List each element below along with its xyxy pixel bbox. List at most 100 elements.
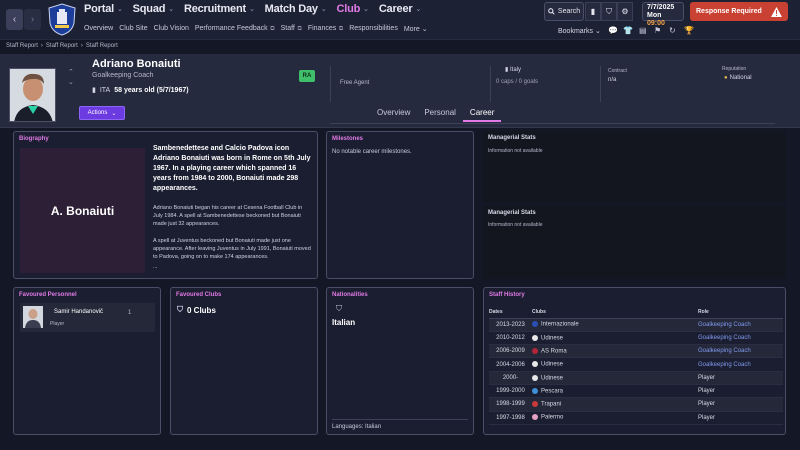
nav-label: Portal xyxy=(84,3,114,15)
nation-label: Italy xyxy=(509,67,521,73)
nav-recruitment[interactable]: Recruitment ⌄ xyxy=(184,3,255,15)
nav-portal[interactable]: Portal ⌄ xyxy=(84,3,123,15)
gear-icon[interactable]: ⚙ xyxy=(617,2,633,21)
contract-label: Contract xyxy=(608,68,627,74)
response-required-button[interactable]: Response Required xyxy=(690,2,788,21)
breadcrumb-item: Staff Report xyxy=(85,43,118,49)
bookmarks-label: Bookmarks xyxy=(558,27,594,35)
biography-ellipsis: ... xyxy=(153,264,158,270)
chevron-down-icon: ⌄ xyxy=(320,6,327,13)
favoured-person-row[interactable]: Samir Handanovič Player 1 xyxy=(20,303,155,332)
nationalities-panel: Nationalities ⛉ Italian Languages: Itali… xyxy=(326,287,474,435)
panel-title: Staff History xyxy=(489,292,525,298)
divider xyxy=(332,419,468,420)
table-row[interactable]: 2000- Udinese Player xyxy=(489,371,783,385)
nav-club[interactable]: Club ⌄ xyxy=(337,3,370,15)
subnav-performance-feedback[interactable]: Performance Feedback ⧉ xyxy=(195,25,275,33)
warning-icon xyxy=(771,6,782,17)
managerial-stats-text: Information not available xyxy=(488,148,543,154)
subnav-finances[interactable]: Finances ⧉ xyxy=(308,25,343,33)
column-header[interactable]: Dates xyxy=(489,306,532,319)
subnav-responsibilities[interactable]: Responsibilities xyxy=(349,25,398,33)
nav-squad[interactable]: Squad ⌄ xyxy=(133,3,174,15)
nav-career[interactable]: Career ⌄ xyxy=(378,3,422,15)
role-cell: Player xyxy=(698,397,783,412)
dates-cell: 2004-2006 xyxy=(489,357,532,372)
search-button[interactable]: Search xyxy=(544,2,584,21)
notebook-icon[interactable]: ▮ xyxy=(585,2,601,21)
chevron-up-icon[interactable]: ⌃ xyxy=(68,68,74,78)
forward-button[interactable]: › xyxy=(24,9,41,30)
tab-overview[interactable]: Overview xyxy=(370,106,417,122)
club-cell[interactable]: AS Roma xyxy=(532,344,698,359)
people-icon[interactable]: ⚑ xyxy=(654,26,661,35)
club-badge-icon xyxy=(532,387,538,394)
nav-label: Squad xyxy=(132,3,166,15)
subnav-club-vision[interactable]: Club Vision xyxy=(154,25,189,33)
nav-label: Match Day xyxy=(264,3,318,15)
game-date[interactable]: 7/7/2025 Mon 09:00 xyxy=(642,2,684,27)
search-label: Search xyxy=(557,8,581,15)
person-photo xyxy=(9,68,56,122)
table-row[interactable]: 1998-1999 Trapani Player xyxy=(489,397,783,412)
external-link-icon: ⧉ xyxy=(295,26,302,32)
subnav-staff[interactable]: Staff ⧉ xyxy=(281,25,302,33)
table-row[interactable]: 2004-2006 Udinese Goalkeeping Coach xyxy=(489,357,783,372)
table-row[interactable]: 2010-2012 Udinese Goalkeeping Coach xyxy=(489,331,783,346)
table-row[interactable]: 1997-1998 Palermo Player xyxy=(489,411,783,425)
breadcrumb-item[interactable]: Staff Report xyxy=(46,43,78,49)
nav-match-day[interactable]: Match Day ⌄ xyxy=(265,3,327,15)
role-cell[interactable]: Goalkeeping Coach xyxy=(698,357,783,372)
column-header[interactable]: Clubs xyxy=(532,306,698,319)
person-navigation[interactable]: ⌃ ⌄ xyxy=(68,68,74,88)
role-cell[interactable]: Goalkeeping Coach xyxy=(698,331,783,346)
bookmarks-dropdown[interactable]: Bookmarks ⌄ xyxy=(558,27,601,36)
tab-career[interactable]: Career xyxy=(462,106,502,122)
flag-icon: ▮ xyxy=(92,87,96,94)
dates-cell: 2000- xyxy=(489,371,532,385)
contract-value: n/a xyxy=(608,77,617,83)
actions-label: Actions xyxy=(87,110,108,116)
back-button[interactable]: ‹ xyxy=(6,9,23,30)
chevron-down-icon: ⌄ xyxy=(168,6,174,13)
club-cell[interactable]: Pescara xyxy=(532,384,698,399)
actions-button[interactable]: Actions ⌄ xyxy=(79,106,125,120)
club-cell[interactable]: Udinese xyxy=(532,357,698,372)
breadcrumb-item[interactable]: Staff Report xyxy=(6,43,38,49)
refresh-icon[interactable]: ↻ xyxy=(669,26,676,35)
subnav-more[interactable]: More ⌄ xyxy=(404,25,428,33)
column-header[interactable]: Role xyxy=(698,306,783,319)
dates-cell: 1997-1998 xyxy=(489,411,532,425)
chat-icon[interactable]: 💬 xyxy=(608,26,618,35)
breadcrumb: Staff Report › Staff Report › Staff Repo… xyxy=(6,43,118,49)
shield-icon[interactable]: ⛉ xyxy=(601,2,617,21)
managerial-stats-panel: Managerial Stats Information not availab… xyxy=(483,206,786,279)
club-crest-icon[interactable] xyxy=(46,3,78,36)
shirt-icon[interactable]: 👕 xyxy=(623,26,633,35)
nav-label: Career xyxy=(378,3,413,15)
tab-personal[interactable]: Personal xyxy=(417,106,463,122)
chevron-right-icon: › xyxy=(80,43,83,49)
clipboard-icon[interactable]: ▤ xyxy=(639,26,647,35)
shield-icon: ⛉ xyxy=(177,305,183,314)
table-row[interactable]: 1999-2000 Pescara Player xyxy=(489,384,783,399)
role-cell[interactable]: Goalkeeping Coach xyxy=(698,344,783,359)
club-name: Udinese xyxy=(541,375,564,382)
club-cell[interactable]: Trapani xyxy=(532,397,698,412)
table-row[interactable]: 2006-2009 AS Roma Goalkeeping Coach xyxy=(489,344,783,359)
role-cell[interactable]: Goalkeeping Coach xyxy=(698,318,783,332)
table-row[interactable]: 2013-2023 Internazionale Goalkeeping Coach xyxy=(489,318,783,332)
tab-underline xyxy=(330,123,775,124)
club-cell[interactable]: Internazionale xyxy=(532,318,698,332)
subnav-overview[interactable]: Overview xyxy=(84,25,113,33)
club-cell[interactable]: Palermo xyxy=(532,411,698,425)
chevron-down-icon[interactable]: ⌄ xyxy=(68,78,74,88)
club-cell[interactable]: Udinese xyxy=(532,331,698,346)
subnav-club-site[interactable]: Club Site xyxy=(119,25,147,33)
status-text: Free Agent xyxy=(340,80,370,86)
club-name: Udinese xyxy=(541,361,564,368)
day-text: Mon xyxy=(647,12,662,19)
trophy-icon[interactable]: 🏆 xyxy=(684,26,694,35)
club-cell[interactable]: Udinese xyxy=(532,371,698,385)
staff-history-body: 2013-2023 Internazionale Goalkeeping Coach… xyxy=(489,318,783,425)
